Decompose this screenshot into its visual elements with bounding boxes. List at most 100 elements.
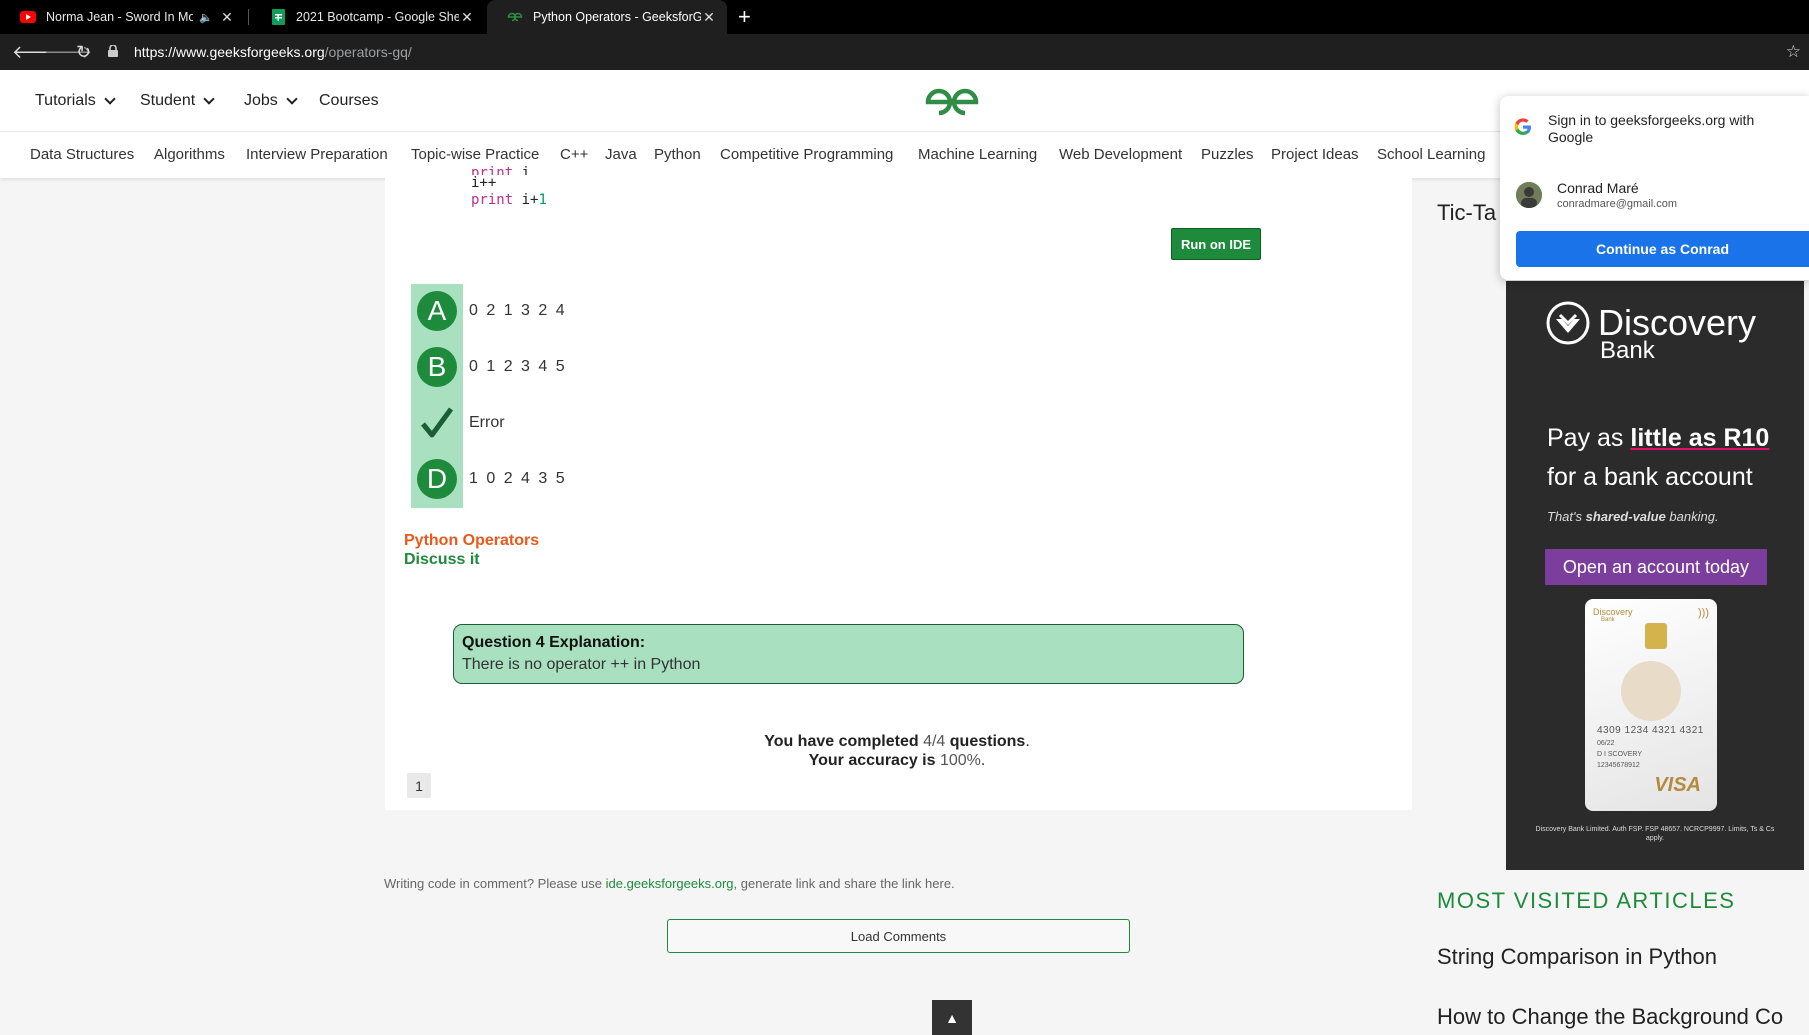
ad-headline-em: little as R10 [1630,424,1770,452]
code-var: i+ [521,192,539,208]
correct-check-icon[interactable] [417,403,457,443]
subnav-machine-learning[interactable]: Machine Learning [918,146,1037,163]
accuracy-label: Your accuracy is [808,752,936,769]
url-field[interactable]: https://www.geeksforgeeks.org/operators-… [108,38,1778,66]
tab-title: Norma Jean - Sword In Mou [46,10,194,24]
code-keyword: print [471,192,514,208]
subnav-school-learning[interactable]: School Learning [1377,146,1485,163]
bank-card-image: Discovery Bank ))) 4309 1234 4321 4321 0… [1585,599,1717,811]
option-c-text[interactable]: Error [469,414,505,432]
subnav-data-structures[interactable]: Data Structures [30,146,134,163]
nav-jobs[interactable]: Jobs [244,92,298,110]
card-brand: Discovery [1593,607,1633,617]
code-keyword: print [471,165,514,175]
account-email: conradmare@gmail.com [1557,198,1677,210]
subnav-topic-wise-practice[interactable]: Topic-wise Practice [411,146,539,163]
sidebar-article-title[interactable]: Tic-Ta [1437,200,1496,226]
load-comments-button[interactable]: Load Comments [667,919,1130,953]
tab-separator [248,9,249,25]
tab-title: 2021 Bootcamp - Google Sheets [296,10,459,24]
subnav-algorithms[interactable]: Algorithms [154,146,225,163]
card-chip-icon [1645,623,1667,649]
option-d-marker[interactable]: D [417,459,457,499]
option-a-marker[interactable]: A [417,291,457,331]
subnav-web-development[interactable]: Web Development [1059,146,1182,163]
ad-headline-2: for a bank account [1547,463,1753,491]
ad-tag-post: banking. [1665,509,1719,524]
popup-title: Sign in to geeksforgeeks.org with Google [1548,112,1755,145]
chevron-down-icon [286,92,298,105]
close-tab-icon[interactable]: ✕ [459,9,475,26]
completion-summary: You have completed 4/4 questions. Your a… [764,733,1030,769]
discovery-bank-ad[interactable]: Discovery Bank Pay as little as R10 for … [1506,281,1804,870]
chevron-down-icon [104,92,116,105]
tab-gfg-active[interactable]: Python Operators - GeeksforGee ✕ [487,0,727,34]
completion-count: 4/4 [923,733,946,750]
ad-headline-pre: Pay as [1547,424,1631,452]
option-d-text[interactable]: 1 0 2 4 3 5 [469,470,567,488]
card-account: 12345678912 [1597,762,1640,769]
subnav-project-ideas[interactable]: Project Ideas [1271,146,1359,163]
tab-sheets[interactable]: 2021 Bootcamp - Google Sheets ✕ [250,0,485,34]
nav-tutorials[interactable]: Tutorials [35,92,116,110]
option-a-text[interactable]: 0 2 1 3 2 4 [469,302,567,320]
code-line: i++ [471,175,497,191]
url-host: https://www.geeksforgeeks.org [134,44,325,60]
visa-logo: VISA [1654,774,1701,796]
reload-icon[interactable]: ↻ [76,42,91,62]
code-number: 1 [538,192,547,208]
completion-suffix: questions [949,733,1026,750]
nav-label: Student [140,92,196,109]
comment-note-text: Writing code in comment? Please use [384,876,602,891]
gfg-icon [507,9,523,25]
open-account-button[interactable]: Open an account today [1545,549,1767,585]
ad-tag-em: shared-value [1585,509,1666,524]
subnav-python[interactable]: Python [654,146,701,163]
close-tab-icon[interactable]: ✕ [701,9,717,26]
article-link[interactable]: How to Change the Background Co [1437,1004,1783,1030]
address-bar: 🡐 🡒 ↻ https://www.geeksforgeeks.org/oper… [0,34,1809,70]
subnav-cpp[interactable]: C++ [560,146,588,163]
close-tab-icon[interactable]: ✕ [219,9,235,26]
code-block: print i i++ print i+1 [471,165,547,209]
accuracy-value: 100% [939,752,981,769]
nav-label: Courses [319,92,379,109]
browser-tab-bar: Norma Jean - Sword In Mou 🔈 ✕ 2021 Bootc… [0,0,1809,34]
new-tab-icon[interactable]: + [738,4,751,30]
option-b-marker[interactable]: B [417,347,457,387]
subnav-puzzles[interactable]: Puzzles [1201,146,1254,163]
discuss-link[interactable]: Discuss it [404,551,480,569]
comment-note-text: , generate link and share the link here. [733,876,955,891]
nav-student[interactable]: Student [140,92,215,110]
completion-prefix: You have completed [764,733,919,750]
card-brand-sub: Bank [1601,617,1615,623]
url-path: /operators-gq/ [324,44,412,60]
ide-link[interactable]: ide.geeksforgeeks.org [606,876,734,891]
mute-icon[interactable]: 🔈 [199,11,213,24]
subnav-java[interactable]: Java [605,146,637,163]
continue-as-button[interactable]: Continue as Conrad [1516,231,1809,267]
option-b-text[interactable]: 0 1 2 3 4 5 [469,358,567,376]
gfg-logo[interactable] [922,85,982,122]
most-visited-title: MOST VISITED ARTICLES [1437,888,1736,913]
chevron-down-icon [203,92,215,105]
subnav-competitive-programming[interactable]: Competitive Programming [720,146,893,163]
google-logo-icon [1514,118,1532,141]
ad-tagline: That's shared-value banking. [1547,509,1719,524]
ad-brand: Discovery [1598,302,1757,343]
contactless-icon: ))) [1698,607,1709,619]
tab-youtube[interactable]: Norma Jean - Sword In Mou 🔈 ✕ [0,0,245,34]
card-date: 06/22 [1597,740,1615,747]
tab-title: Python Operators - GeeksforGee [533,10,701,24]
scroll-to-top-button[interactable]: ▲ [932,1000,972,1035]
account-name[interactable]: Conrad Maré [1557,180,1639,196]
subnav-interview-preparation[interactable]: Interview Preparation [246,146,388,163]
explanation-title: Question 4 Explanation: [462,634,646,651]
run-on-ide-button[interactable]: Run on IDE [1171,228,1261,260]
nav-courses[interactable]: Courses [319,92,379,110]
ad-legal-text: Discovery Bank Limited. Auth FSP. FSP 48… [1535,826,1775,842]
pagination-page-1[interactable]: 1 [407,773,431,798]
topic-link[interactable]: Python Operators [404,532,539,550]
article-link[interactable]: String Comparison in Python [1437,944,1717,970]
bookmark-star-icon[interactable]: ☆ [1786,42,1801,62]
